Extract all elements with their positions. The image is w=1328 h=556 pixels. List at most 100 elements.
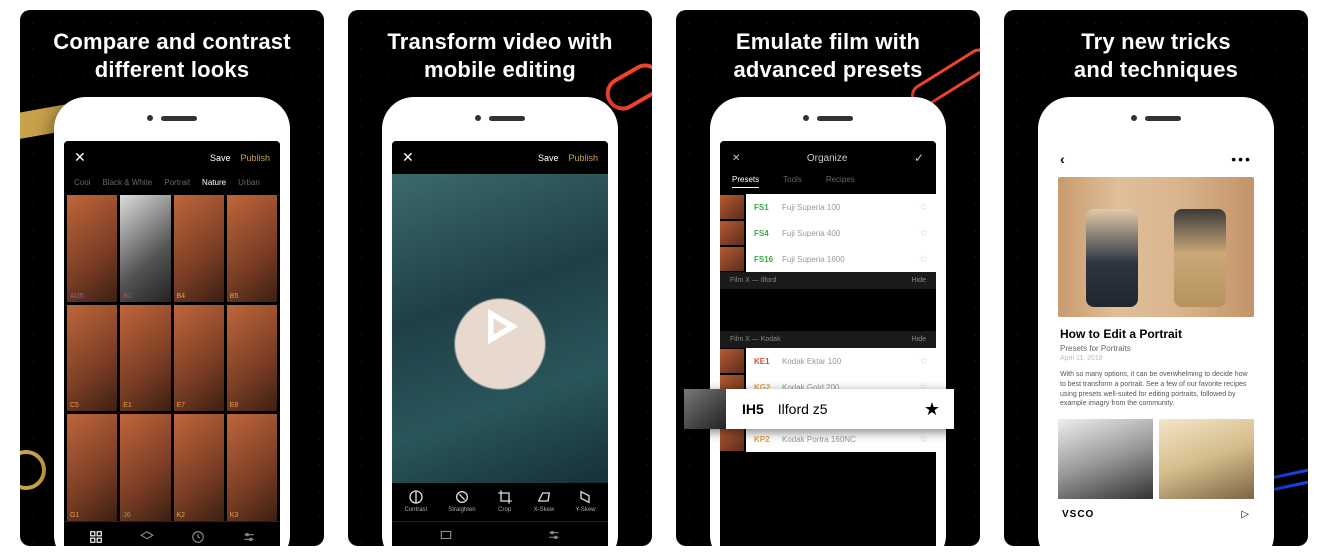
sliders-icon[interactable] xyxy=(242,530,256,546)
preset-thumb xyxy=(684,389,726,429)
filter-cool[interactable]: Cool xyxy=(74,178,90,187)
preset-row[interactable]: KP2Kodak Portra 160NC☆ xyxy=(720,426,936,452)
filter-bw[interactable]: Black & White xyxy=(102,178,152,187)
article-title: How to Edit a Portrait xyxy=(1060,327,1252,341)
preset-thumb[interactable]: B5 xyxy=(227,195,277,302)
tab-tools[interactable]: Tools xyxy=(783,175,802,188)
preset-code: IH5 xyxy=(742,401,764,417)
organize-title: Organize xyxy=(807,153,848,164)
star-icon[interactable]: ☆ xyxy=(919,202,928,213)
back-icon[interactable]: ‹ xyxy=(1060,151,1065,167)
play-icon[interactable] xyxy=(478,304,522,353)
preset-name: Ilford z5 xyxy=(778,401,924,417)
brand-label: VSCO xyxy=(1062,509,1094,520)
hide-button[interactable]: Hide xyxy=(912,336,926,343)
history-icon[interactable] xyxy=(191,530,205,546)
preset-popout[interactable]: IH5 Ilford z5 ★ xyxy=(684,389,954,429)
preset-thumb[interactable]: E8 xyxy=(227,305,277,412)
headline: Transform video with mobile editing xyxy=(348,28,652,97)
headline-line2: mobile editing xyxy=(424,57,576,82)
article-date: April 11, 2018 xyxy=(1060,355,1252,362)
close-icon[interactable]: ✕ xyxy=(402,149,414,166)
headline: Try new tricks and techniques xyxy=(1004,28,1308,97)
filter-category-row: Cool Black & White Portrait Nature Urban xyxy=(64,174,280,195)
preset-thumb[interactable]: J6 xyxy=(120,414,170,521)
save-button[interactable]: Save xyxy=(538,153,559,163)
preset-row[interactable]: FS1Fuji Superia 100☆ xyxy=(720,194,936,220)
article-image xyxy=(1159,419,1254,499)
promo-card-video: Transform video with mobile editing ✕ Sa… xyxy=(348,10,652,546)
more-icon[interactable]: ••• xyxy=(1231,151,1252,167)
phone-frame: ✕ Save Publish Contrast Straighten Crop … xyxy=(382,97,618,546)
publish-button[interactable]: Publish xyxy=(240,153,270,163)
grid-icon[interactable] xyxy=(89,530,103,546)
headline: Emulate film with advanced presets xyxy=(676,28,980,97)
forward-icon[interactable]: ▷ xyxy=(1241,509,1250,520)
phone-notch xyxy=(475,115,525,121)
phone-frame: ✕ Organize ✓ Presets Tools Recipes FS1Fu… xyxy=(710,97,946,546)
preset-thumb[interactable]: K3 xyxy=(227,414,277,521)
preset-group-header: Film X — KodakHide xyxy=(720,331,936,348)
promo-card-tricks: Try new tricks and techniques ‹ ••• How … xyxy=(1004,10,1308,546)
promo-card-compare: Compare and contrast different looks ✕ S… xyxy=(20,10,324,546)
star-icon[interactable]: ☆ xyxy=(919,434,928,445)
layers-icon[interactable] xyxy=(140,530,154,546)
article-body: How to Edit a Portrait Presets for Portr… xyxy=(1048,317,1264,409)
save-button[interactable]: Save xyxy=(210,153,231,163)
preset-grid: AU5 B1 B4 B5 C5 E1 E7 E8 G1 J6 K2 K3 xyxy=(64,195,280,521)
close-icon[interactable]: ✕ xyxy=(732,153,740,164)
preset-row[interactable]: FS4Fuji Superia 400☆ xyxy=(720,220,936,246)
presets-icon[interactable] xyxy=(439,528,453,546)
star-icon[interactable]: ★ xyxy=(924,399,940,420)
preset-thumb xyxy=(720,427,744,451)
article-footer: VSCO ▷ xyxy=(1048,499,1264,530)
tab-recipes[interactable]: Recipes xyxy=(826,175,855,188)
editor-topbar: ✕ Save Publish xyxy=(392,141,608,174)
tool-yskew[interactable]: Y-Skew xyxy=(575,489,595,513)
preset-group-header: Film X — IlfordHide xyxy=(720,272,936,289)
star-icon[interactable]: ☆ xyxy=(919,356,928,367)
star-icon[interactable]: ☆ xyxy=(919,228,928,239)
filter-portrait[interactable]: Portrait xyxy=(164,178,190,187)
headline-line1: Compare and contrast xyxy=(53,29,291,54)
close-icon[interactable]: ✕ xyxy=(74,149,86,166)
preset-row[interactable]: KE1Kodak Ektar 100☆ xyxy=(720,348,936,374)
tool-crop[interactable]: Crop xyxy=(497,489,513,513)
screen-organize: ✕ Organize ✓ Presets Tools Recipes FS1Fu… xyxy=(720,141,936,546)
bottom-nav xyxy=(64,521,280,546)
preset-thumb[interactable]: B4 xyxy=(174,195,224,302)
tool-xskew[interactable]: X-Skew xyxy=(534,489,555,513)
hide-button[interactable]: Hide xyxy=(912,277,926,284)
headline-line2: and techniques xyxy=(1074,57,1238,82)
editor-subnav xyxy=(392,521,608,546)
tool-straighten[interactable]: Straighten xyxy=(448,489,475,513)
publish-button[interactable]: Publish xyxy=(568,153,598,163)
promo-card-film: Emulate film with advanced presets ✕ Org… xyxy=(676,10,980,546)
screen-preset-browser: ✕ Save Publish Cool Black & White Portra… xyxy=(64,141,280,546)
decoration-gold-ring xyxy=(20,450,46,490)
video-preview[interactable] xyxy=(392,174,608,483)
preset-row[interactable]: FS16Fuji Superia 1600☆ xyxy=(720,246,936,272)
filter-nature[interactable]: Nature xyxy=(202,178,226,187)
preset-thumb[interactable]: G1 xyxy=(67,414,117,521)
preset-thumb[interactable]: E7 xyxy=(174,305,224,412)
preset-thumb[interactable]: K2 xyxy=(174,414,224,521)
preset-thumb[interactable]: C5 xyxy=(67,305,117,412)
article-header: ‹ ••• xyxy=(1048,141,1264,177)
tab-presets[interactable]: Presets xyxy=(732,175,759,188)
article-hero-image xyxy=(1058,177,1254,317)
preset-thumb[interactable]: E1 xyxy=(120,305,170,412)
preset-thumb xyxy=(720,195,744,219)
tool-contrast[interactable]: Contrast xyxy=(405,489,428,513)
preset-thumb[interactable]: AU5 xyxy=(67,195,117,302)
preset-thumb[interactable]: B1 xyxy=(120,195,170,302)
star-icon[interactable]: ☆ xyxy=(919,254,928,265)
tool-row: Contrast Straighten Crop X-Skew Y-Skew xyxy=(392,483,608,517)
headline-line1: Transform video with xyxy=(387,29,612,54)
organize-tabs: Presets Tools Recipes xyxy=(720,175,936,194)
headline-line1: Emulate film with xyxy=(736,29,920,54)
adjust-icon[interactable] xyxy=(547,528,561,546)
phone-notch xyxy=(147,115,197,121)
confirm-icon[interactable]: ✓ xyxy=(914,151,924,165)
filter-urban[interactable]: Urban xyxy=(238,178,260,187)
